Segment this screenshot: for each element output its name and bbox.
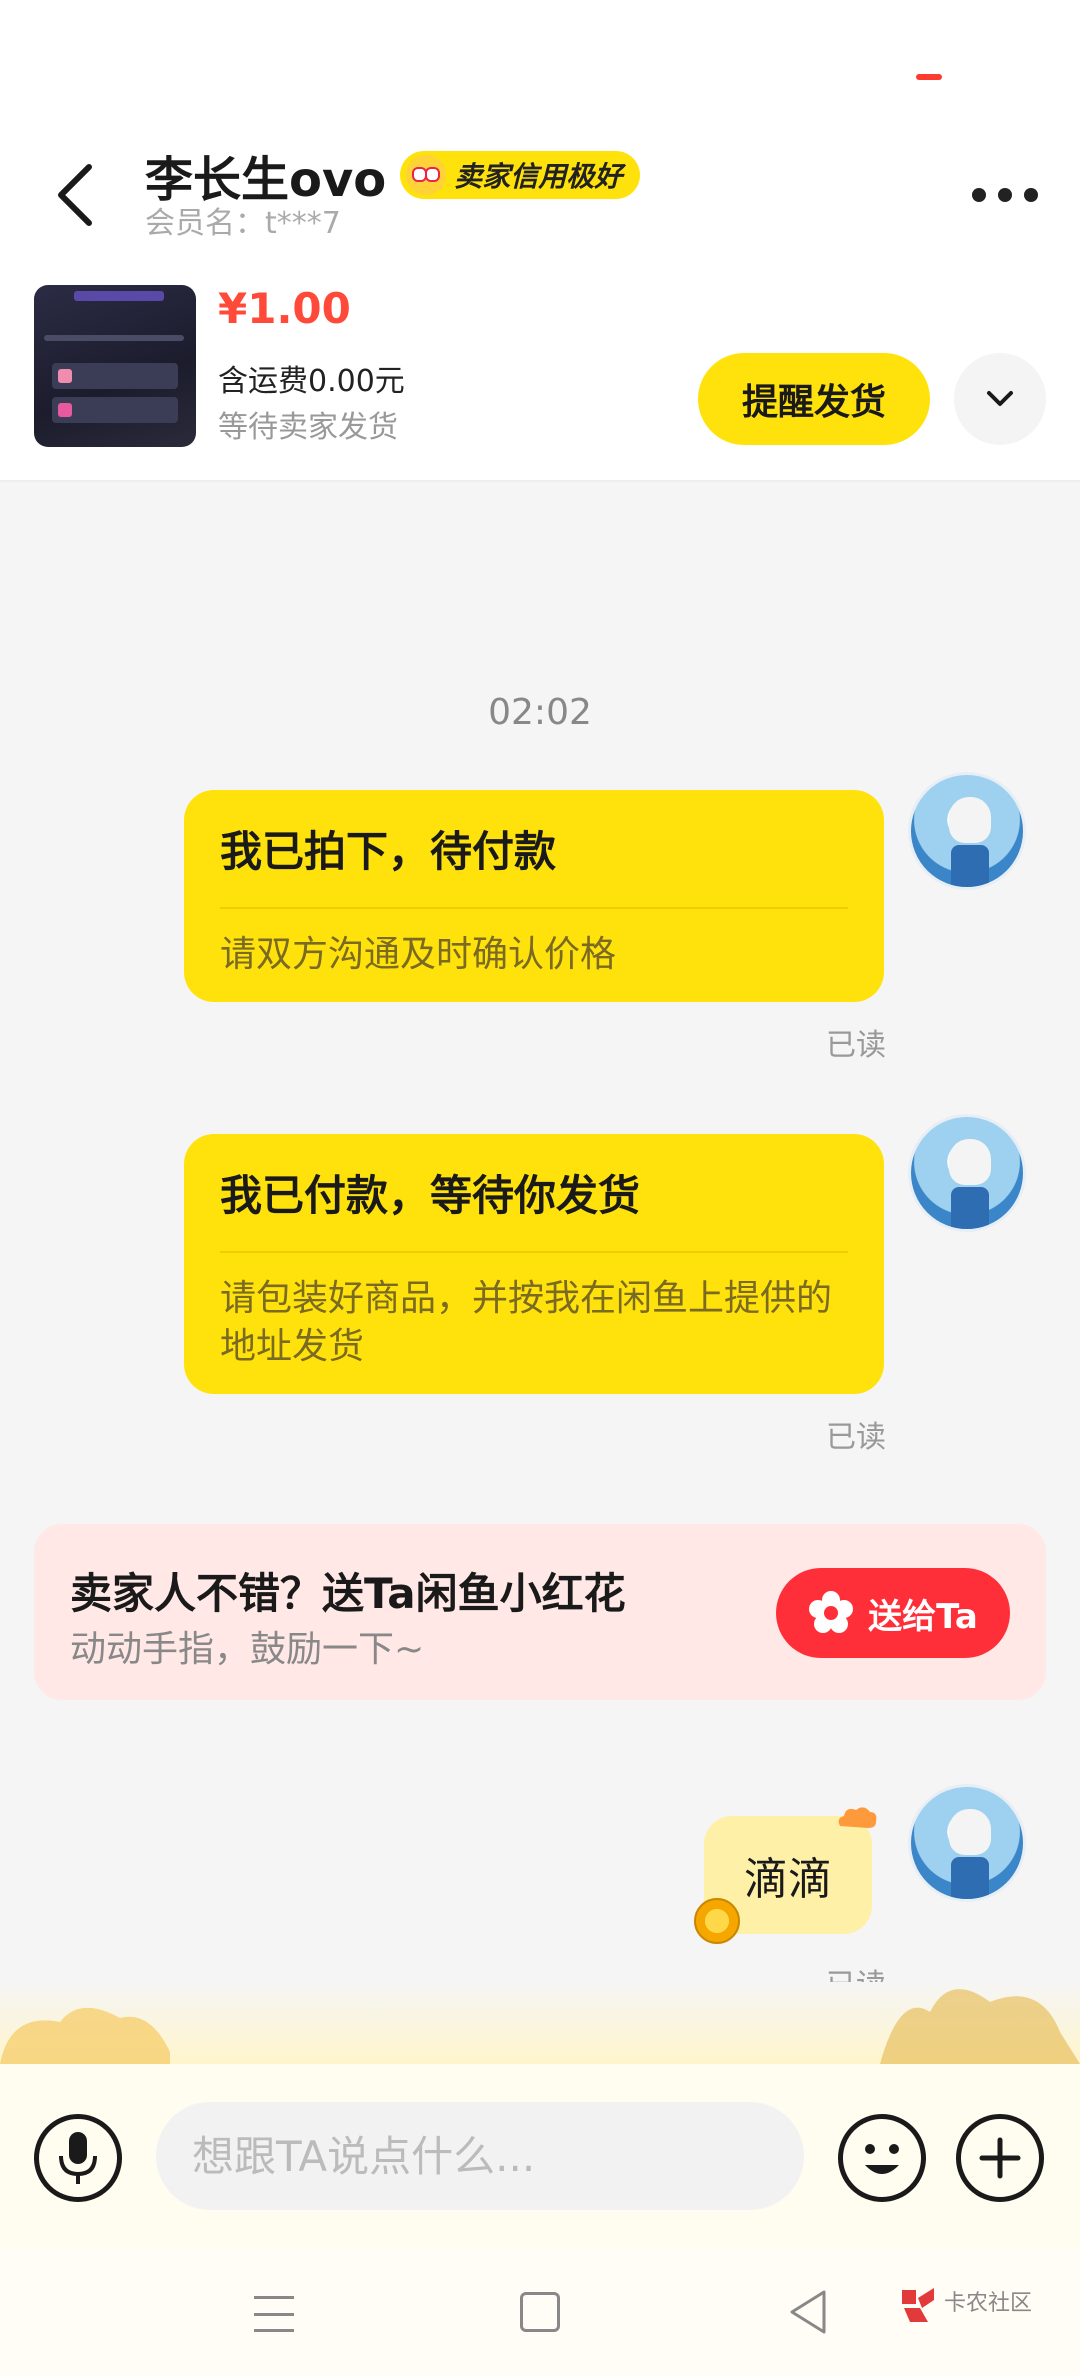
- status-bar: [0, 0, 1080, 120]
- emoji-icon: [865, 2144, 899, 2174]
- back-button[interactable]: [40, 150, 110, 240]
- watermark: 卡农社区: [898, 2284, 1032, 2324]
- menu-icon-line: [254, 2312, 294, 2316]
- flower-icon: [809, 1591, 854, 1633]
- emoji-button[interactable]: [838, 2114, 926, 2202]
- decorative-clouds: [0, 1982, 1080, 2064]
- plus-icon: [979, 2137, 1021, 2179]
- thumb-detail: [74, 291, 164, 301]
- avatar[interactable]: [908, 772, 1026, 890]
- more-icon-dot: [1024, 188, 1038, 202]
- card-subtitle: 请包装好商品，并按我在闲鱼上提供的地址发货: [220, 1278, 833, 1367]
- input-bar: [0, 2064, 1080, 2248]
- more-button[interactable]: [960, 170, 1050, 220]
- nav-home-button[interactable]: [520, 2292, 560, 2332]
- chevron-down-icon: [987, 391, 1013, 406]
- nav-menu-button[interactable]: [250, 2290, 298, 2338]
- message-input[interactable]: [156, 2102, 804, 2210]
- credit-badge-label: 卖家信用极好: [454, 160, 623, 193]
- flower-banner: 卖家人不错？送Ta闲鱼小红花 动动手指，鼓励一下~ 送给Ta: [34, 1524, 1046, 1700]
- avatar[interactable]: [908, 1784, 1026, 1902]
- member-name: 会员名：t***7: [145, 206, 341, 241]
- read-receipt: 已读: [826, 1420, 886, 1455]
- card-title: 我已拍下，待付款: [220, 827, 557, 876]
- watermark-text: 卡农社区: [944, 2291, 1033, 2316]
- cloud-icon: [838, 1807, 877, 1828]
- chat-header: 李长生ovo 卖家信用极好 会员名：t***7: [0, 120, 1080, 270]
- coin-icon: [694, 1898, 740, 1944]
- flower-banner-title: 卖家人不错？送Ta闲鱼小红花: [70, 1569, 626, 1618]
- card-subtitle: 请双方沟通及时确认价格: [220, 934, 617, 975]
- more-icon: [972, 188, 986, 202]
- card-divider: [220, 907, 848, 909]
- back-icon: [58, 164, 92, 226]
- remind-ship-button[interactable]: 提醒发货: [698, 353, 930, 445]
- more-actions-button[interactable]: [956, 2114, 1044, 2202]
- chat-area[interactable]: 02:02 我已拍下，待付款 请双方沟通及时确认价格 已读 我已付款，等待你发货…: [0, 482, 1080, 2064]
- flower-banner-subtitle: 动动手指，鼓励一下~: [70, 1629, 425, 1670]
- status-indicator: [916, 74, 942, 80]
- credit-face-icon: [406, 155, 447, 195]
- credit-badge[interactable]: 卖家信用极好: [400, 151, 641, 199]
- thumb-detail: [58, 403, 72, 417]
- menu-icon-line: [254, 2329, 294, 2332]
- avatar[interactable]: [908, 1114, 1026, 1232]
- order-price: ¥1.00: [218, 284, 351, 333]
- thumb-detail: [58, 369, 72, 383]
- mic-icon: [59, 2132, 97, 2184]
- menu-icon: [254, 2296, 294, 2299]
- order-status: 等待卖家发货: [218, 410, 398, 445]
- message-time: 02:02: [488, 692, 592, 733]
- send-flower-label: 送给Ta: [868, 1596, 978, 1637]
- card-divider: [220, 1251, 848, 1253]
- order-bar: ¥1.00 含运费0.00元 等待卖家发货 提醒发货: [0, 270, 1080, 482]
- nav-back-icon[interactable]: [786, 2288, 830, 2336]
- shipping-fee: 含运费0.00元: [218, 364, 405, 399]
- watermark-logo-icon: [902, 2288, 934, 2322]
- order-message-card[interactable]: 我已拍下，待付款 请双方沟通及时确认价格: [184, 790, 884, 1002]
- order-message-card[interactable]: 我已付款，等待你发货 请包装好商品，并按我在闲鱼上提供的地址发货: [184, 1134, 884, 1394]
- read-receipt: 已读: [826, 1028, 886, 1063]
- thumb-detail: [44, 335, 184, 341]
- card-title: 我已付款，等待你发货: [220, 1171, 641, 1220]
- send-flower-button[interactable]: 送给Ta: [776, 1568, 1010, 1658]
- system-nav-bar: 卡农社区: [0, 2248, 1080, 2376]
- product-thumbnail[interactable]: [34, 285, 196, 447]
- expand-button[interactable]: [954, 353, 1046, 445]
- voice-button[interactable]: [34, 2114, 122, 2202]
- more-icon-dot: [998, 188, 1012, 202]
